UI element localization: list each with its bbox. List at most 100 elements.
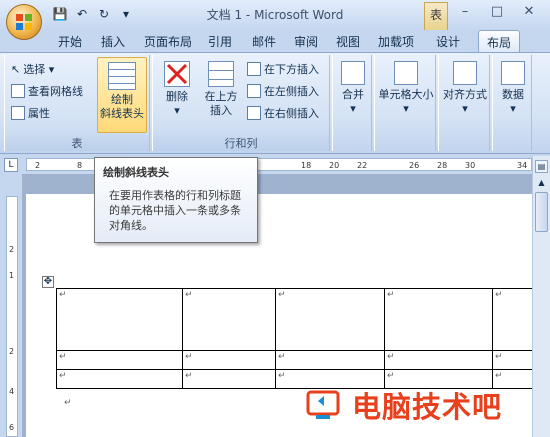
vruler-number: 4 (9, 387, 15, 396)
table-cell[interactable]: ↵ (492, 350, 533, 370)
rows-columns-group: 删除 ▾ 在上方 插入 在下方插入 在左侧插入 在右侧插入 行和列 (152, 55, 330, 151)
insert-below-button[interactable]: 在下方插入 (247, 61, 319, 77)
tab-layout[interactable]: 布局 (478, 30, 521, 53)
office-button[interactable] (6, 4, 42, 40)
table-group: ↖ 选择 ▾ 查看网格线 属性 绘制 斜线表头 表 (4, 55, 150, 151)
tab-home[interactable]: 开始 (58, 33, 82, 50)
ruler-number: 22 (357, 161, 368, 170)
insert-left-icon (247, 84, 261, 98)
table-move-handle-icon[interactable]: ✥ (42, 276, 54, 288)
cell-size-icon (394, 61, 418, 85)
tooltip-title: 绘制斜线表头 (103, 166, 169, 179)
tab-references[interactable]: 引用 (208, 33, 232, 50)
draw-diagonal-header-button[interactable]: 绘制 斜线表头 (97, 57, 147, 133)
insert-right-label: 在右侧插入 (264, 107, 319, 120)
properties-button[interactable]: 属性 (11, 105, 50, 121)
delete-button[interactable]: 删除 ▾ (157, 61, 197, 118)
vruler-number: 2 (9, 245, 15, 254)
table-cell[interactable]: ↵ (56, 288, 183, 351)
cursor-icon: ↖ (11, 62, 21, 76)
table-cell[interactable]: ↵ (275, 288, 385, 351)
insert-below-icon (247, 62, 261, 76)
vertical-ruler[interactable]: 2 1 2 4 6 (0, 174, 22, 437)
alignment-icon (453, 61, 477, 85)
tab-insert[interactable]: 插入 (101, 33, 125, 50)
select-label: 选择 ▾ (23, 63, 55, 76)
table-grid-icon (108, 62, 136, 90)
vertical-scrollbar[interactable]: ▤ ▲ (532, 156, 550, 437)
ruler-number: 30 (465, 161, 476, 170)
table-cell[interactable]: ↵ (275, 350, 385, 370)
insert-right-icon (247, 106, 261, 120)
table-cell[interactable]: ↵ (182, 288, 276, 351)
save-icon[interactable]: 💾 (52, 6, 68, 22)
tab-stop-selector-icon[interactable]: L (4, 158, 18, 172)
data-dropdown-icon: ▾ (510, 102, 516, 115)
monitor-logo-icon (306, 390, 340, 419)
ruler-number: 34 (517, 161, 528, 170)
horizontal-ruler[interactable]: L 2 8 18 20 22 26 28 30 34 (0, 156, 550, 174)
scroll-up-icon[interactable]: ▲ (535, 176, 548, 189)
ruler-number: 20 (329, 161, 340, 170)
merge-dropdown-icon: ▾ (350, 102, 356, 115)
data-button[interactable]: 数据 ▾ (495, 61, 531, 116)
alignment-dropdown-icon: ▾ (462, 102, 468, 115)
alignment-button[interactable]: 对齐方式 ▾ (440, 61, 490, 116)
alignment-label: 对齐方式 (443, 88, 487, 101)
table-cell[interactable]: ↵ (182, 369, 276, 389)
tab-addins[interactable]: 加载项 (378, 33, 414, 50)
view-gridlines-button[interactable]: 查看网格线 (11, 83, 83, 99)
tooltip: 绘制斜线表头 在要用作表格的行和列标题的单元格中插入一条或多条对角线。 (94, 157, 258, 243)
paragraph-mark: ↵ (64, 398, 72, 408)
ruler-number: 2 (35, 161, 41, 170)
watermark-text: 电脑技术吧 (352, 390, 503, 424)
insert-above-icon (208, 61, 234, 87)
scroll-thumb[interactable] (535, 192, 548, 232)
draw-diag-label-1: 绘制 (111, 93, 133, 106)
table-cell[interactable]: ↵ (182, 350, 276, 370)
table-cell[interactable]: ↵ (56, 350, 183, 370)
cell-size-button[interactable]: 单元格大小 ▾ (376, 61, 436, 116)
close-button[interactable]: ✕ (516, 4, 542, 19)
insert-right-button[interactable]: 在右侧插入 (247, 105, 319, 121)
insert-left-label: 在左侧插入 (264, 85, 319, 98)
tab-review[interactable]: 审阅 (294, 33, 318, 50)
merge-label: 合并 (342, 88, 364, 101)
table-cell[interactable]: ↵ (492, 288, 533, 351)
qat-more-icon[interactable]: ▾ (118, 6, 134, 22)
select-button[interactable]: ↖ 选择 ▾ (11, 61, 54, 77)
cell-size-label: 单元格大小 (378, 88, 434, 101)
insert-above-label-2: 插入 (210, 104, 232, 117)
delete-label: 删除 (166, 90, 188, 103)
undo-icon[interactable]: ↶ (74, 6, 90, 22)
redo-icon[interactable]: ↻ (96, 6, 112, 22)
ruler-number: 18 (301, 161, 312, 170)
table-tools-context-tab: 表 (424, 2, 448, 30)
tab-page-layout[interactable]: 页面布局 (144, 33, 192, 50)
document-table[interactable]: ↵ ↵ ↵ ↵ ↵ ↵ ↵ ↵ ↵ ↵ ↵ ↵ ↵ ↵ ↵ (56, 288, 533, 389)
tab-mailings[interactable]: 邮件 (252, 33, 276, 50)
tab-view[interactable]: 视图 (336, 33, 360, 50)
tooltip-body: 在要用作表格的行和列标题的单元格中插入一条或多条对角线。 (109, 189, 241, 232)
table-cell[interactable]: ↵ (56, 369, 183, 389)
insert-above-label-1: 在上方 (204, 90, 238, 103)
vruler-number: 2 (9, 347, 15, 356)
properties-label: 属性 (28, 107, 50, 120)
table-cell[interactable]: ↵ (384, 350, 493, 370)
insert-left-button[interactable]: 在左侧插入 (247, 83, 319, 99)
draw-diag-label-2: 斜线表头 (100, 107, 144, 120)
minimize-button[interactable]: – (452, 4, 478, 19)
ribbon: ↖ 选择 ▾ 查看网格线 属性 绘制 斜线表头 表 删除 ▾ 在上方 插入 在下方… (0, 52, 550, 154)
insert-above-button[interactable]: 在上方 插入 (201, 61, 241, 118)
ruler-toggle-icon[interactable]: ▤ (535, 160, 548, 173)
merge-button[interactable]: 合并 ▾ (335, 61, 371, 116)
tab-design[interactable]: 设计 (436, 33, 460, 50)
site-watermark: 电脑技术吧 (306, 384, 502, 426)
data-icon (501, 61, 525, 85)
cell-size-dropdown-icon: ▾ (403, 102, 409, 115)
properties-icon (11, 106, 25, 120)
table-cell[interactable]: ↵ (384, 288, 493, 351)
quick-access-toolbar: 💾 ↶ ↻ ▾ (52, 6, 134, 22)
vertical-ruler-bar: 2 1 2 4 6 (6, 196, 18, 437)
maximize-button[interactable]: □ (484, 4, 510, 19)
